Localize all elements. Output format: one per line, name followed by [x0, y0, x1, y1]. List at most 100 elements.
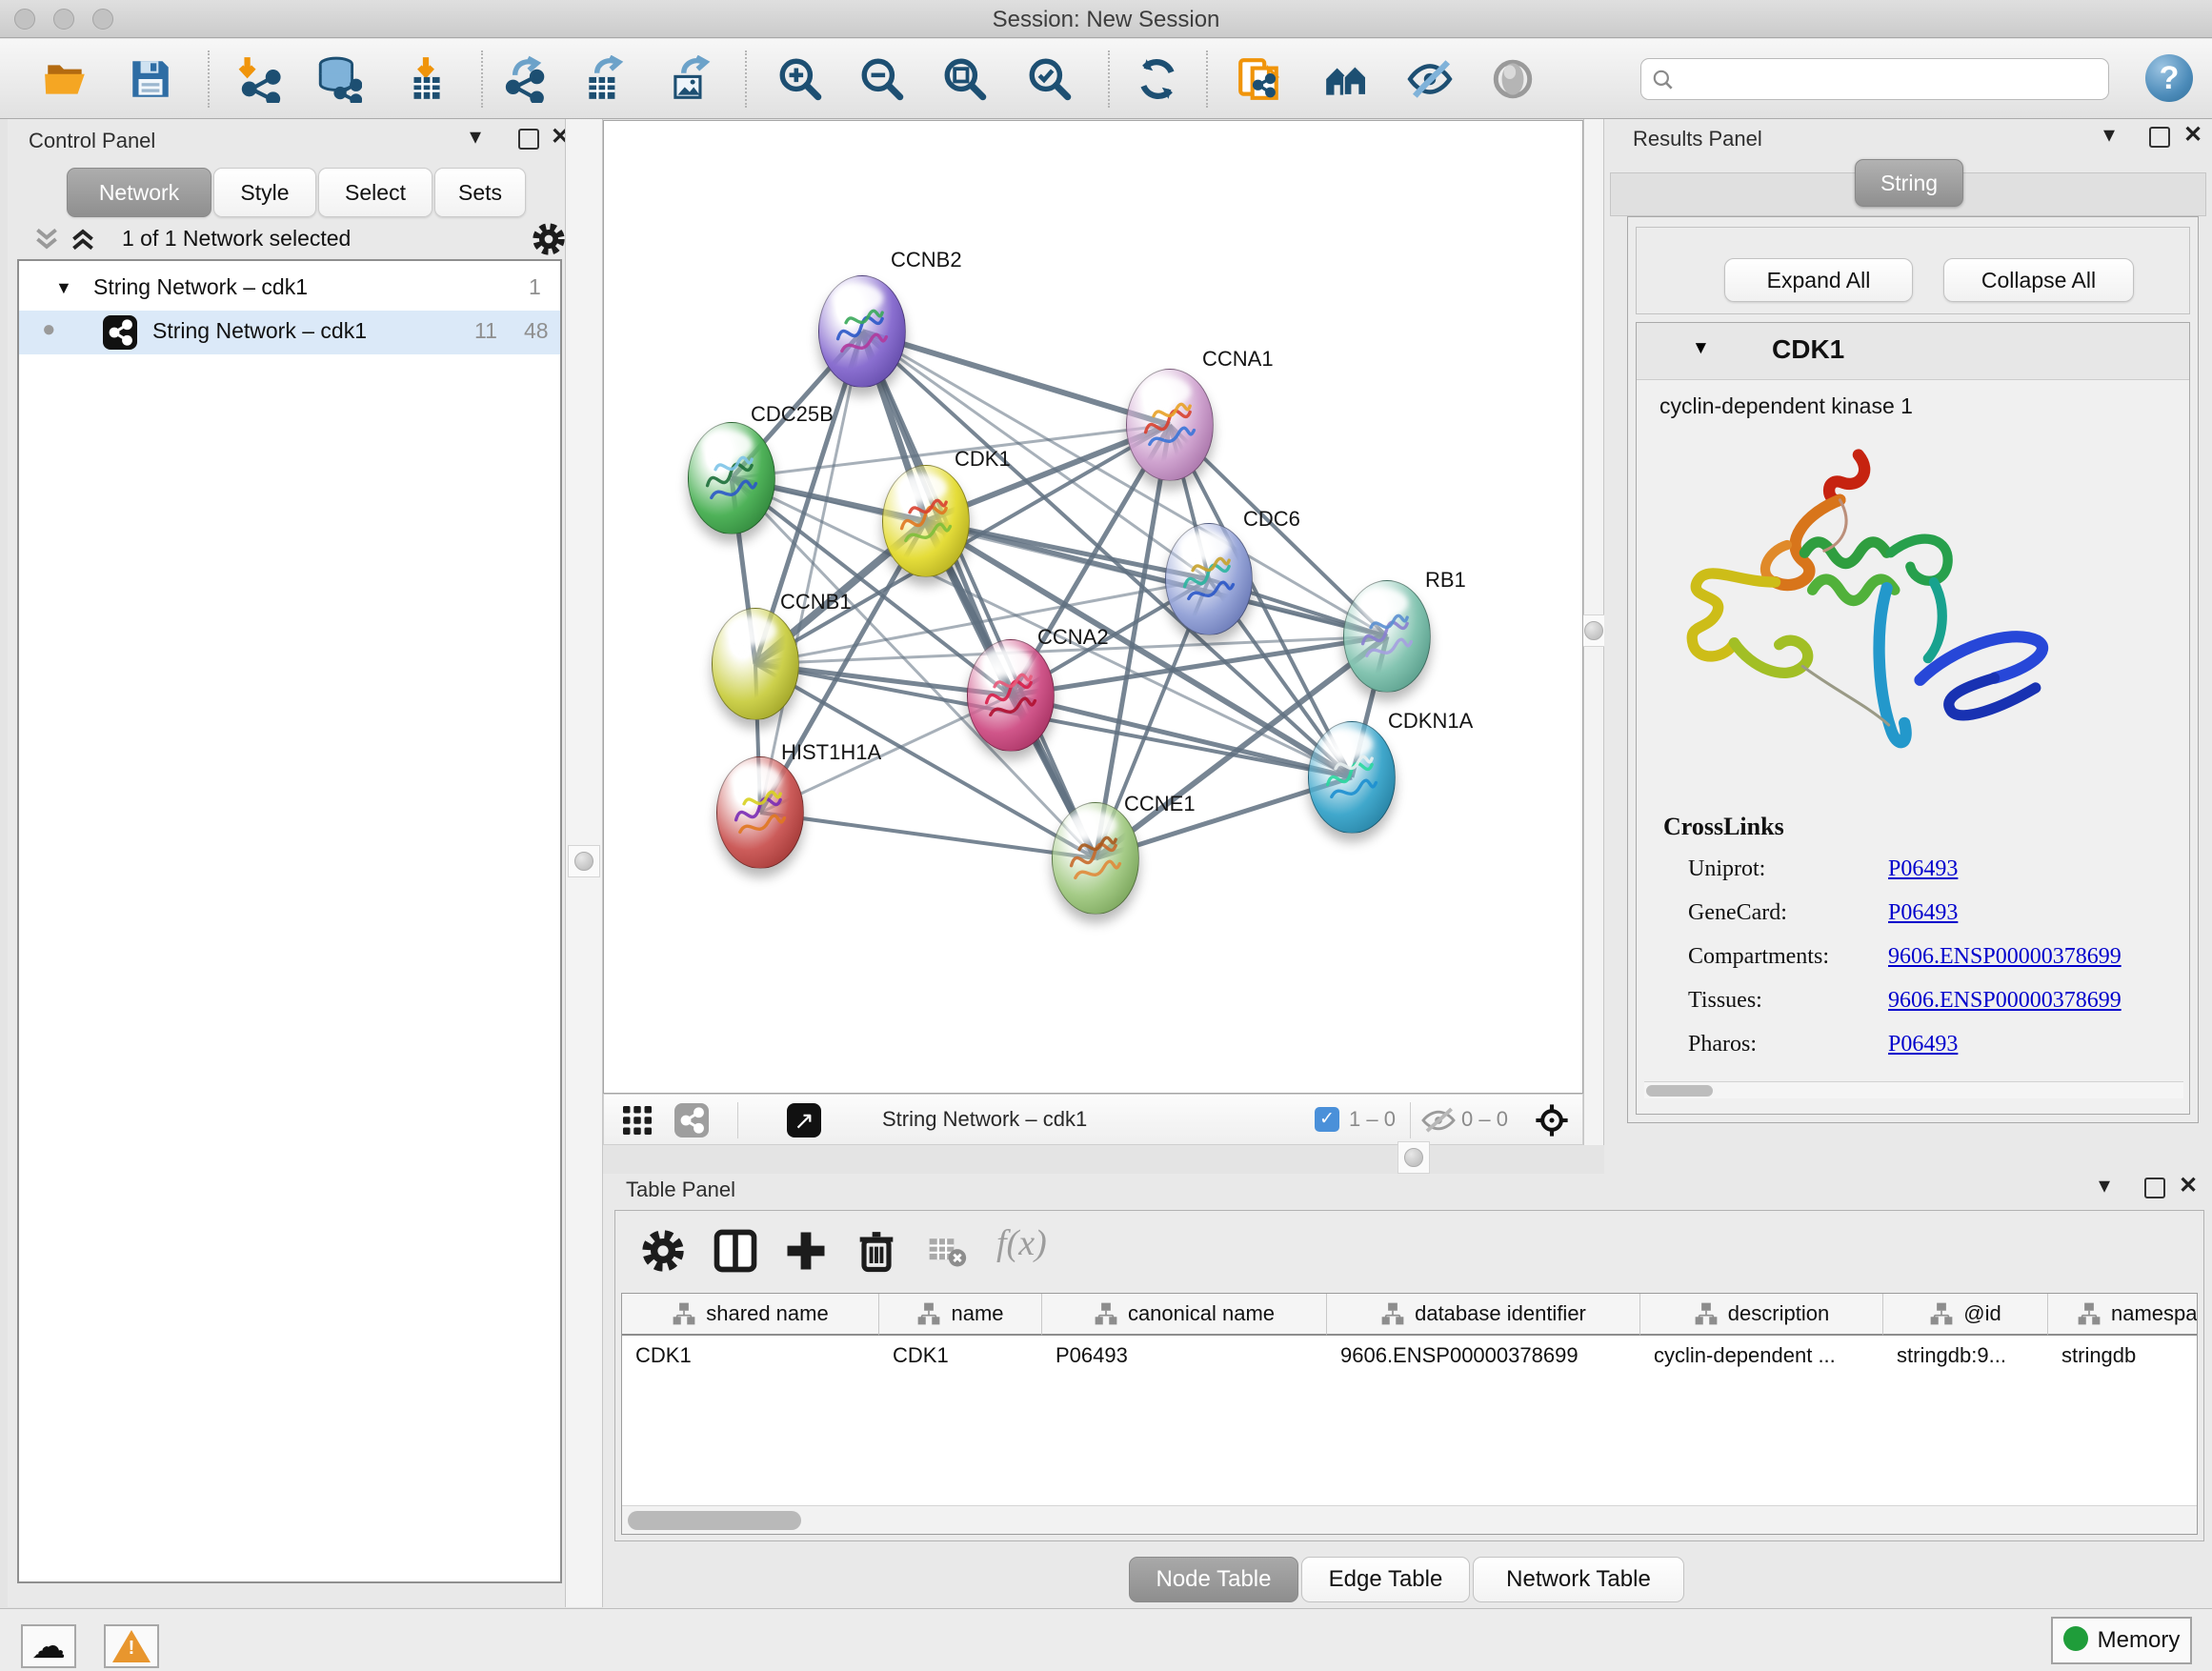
tab-network-table[interactable]: Network Table: [1473, 1557, 1684, 1602]
close-panel-icon[interactable]: ✕: [2183, 123, 2202, 148]
tab-sets[interactable]: Sets: [434, 168, 526, 217]
crosslink-pharos-link[interactable]: P06493: [1888, 1032, 1958, 1057]
expand-all-networks-icon[interactable]: [67, 224, 99, 254]
column-header[interactable]: name: [879, 1294, 1042, 1336]
birdseye-crosshair-icon[interactable]: [1534, 1102, 1570, 1138]
network-node-CDK1[interactable]: [882, 465, 970, 577]
table-horizontal-scrollbar[interactable]: [622, 1505, 2197, 1534]
cell-description[interactable]: cyclin-dependent ...: [1640, 1336, 1883, 1378]
expand-all-button[interactable]: Expand All: [1724, 258, 1913, 302]
network-collection-row[interactable]: ▼ String Network – cdk1 1: [19, 267, 560, 311]
memory-button[interactable]: Memory: [2051, 1617, 2192, 1664]
column-header[interactable]: canonical name: [1042, 1294, 1327, 1336]
network-row-selected[interactable]: ● String Network – cdk1 11 48: [19, 311, 560, 354]
cell-namespace[interactable]: stringdb: [2048, 1336, 2198, 1378]
grid-view-icon[interactable]: [619, 1103, 655, 1137]
collapse-all-networks-icon[interactable]: [30, 224, 63, 254]
hide-graphics-details-icon[interactable]: [1406, 55, 1454, 103]
tab-select[interactable]: Select: [318, 168, 432, 217]
detach-view-icon[interactable]: ↗: [787, 1103, 821, 1137]
left-splitter[interactable]: [565, 119, 603, 1607]
copy-network-icon[interactable]: [1236, 55, 1283, 103]
float-panel-icon[interactable]: ▾: [2103, 123, 2115, 148]
network-node-CCNA1[interactable]: [1126, 369, 1214, 481]
create-column-plus-icon[interactable]: [781, 1226, 831, 1276]
hidden-eye-slash-icon: [1419, 1105, 1458, 1136]
network-node-HIST1H1A[interactable]: [716, 756, 804, 869]
column-header[interactable]: database identifier: [1327, 1294, 1640, 1336]
import-network-from-database-icon[interactable]: [314, 55, 362, 103]
tab-edge-table[interactable]: Edge Table: [1301, 1557, 1470, 1602]
delete-table-icon[interactable]: [926, 1226, 968, 1276]
refresh-layout-icon[interactable]: [1134, 55, 1181, 103]
cell-id[interactable]: stringdb:9...: [1883, 1336, 2048, 1378]
help-button[interactable]: ?: [2145, 54, 2193, 102]
houses-icon[interactable]: [1322, 55, 1370, 103]
search-input[interactable]: [1681, 63, 2101, 95]
share-view-icon[interactable]: [674, 1103, 709, 1137]
column-header[interactable]: shared name: [622, 1294, 879, 1336]
tree-expanded-icon[interactable]: ▼: [55, 278, 72, 298]
warnings-button[interactable]: !: [104, 1624, 159, 1668]
network-node-CCNE1[interactable]: [1052, 802, 1139, 915]
tab-network[interactable]: Network: [67, 168, 211, 217]
open-session-icon[interactable]: [42, 55, 90, 103]
left-splitter-handle[interactable]: [568, 845, 600, 877]
network-node-CCNA2[interactable]: [967, 639, 1055, 752]
cell-canonical-name[interactable]: P06493: [1042, 1336, 1327, 1378]
table-scrollbar-thumb[interactable]: [628, 1511, 801, 1530]
column-header[interactable]: description: [1640, 1294, 1883, 1336]
column-header[interactable]: @id: [1883, 1294, 2048, 1336]
collapse-all-button[interactable]: Collapse All: [1943, 258, 2134, 302]
import-network-icon[interactable]: [233, 55, 281, 103]
network-node-CDKN1A[interactable]: [1308, 721, 1396, 834]
tab-string[interactable]: String: [1855, 159, 1963, 207]
table-row[interactable]: CDK1 CDK1 P06493 9606.ENSP00000378699 cy…: [622, 1336, 2197, 1378]
delete-column-trash-icon[interactable]: [852, 1226, 901, 1276]
entry-expanded-icon[interactable]: ▼: [1692, 338, 1710, 359]
import-table-icon[interactable]: [402, 55, 450, 103]
export-image-icon[interactable]: [666, 55, 714, 103]
cloud-button[interactable]: ☁: [21, 1624, 76, 1668]
zoom-in-icon[interactable]: [776, 55, 824, 103]
select-columns-icon[interactable]: [711, 1226, 760, 1276]
close-panel-icon[interactable]: ✕: [2179, 1174, 2198, 1198]
gene-entry-header[interactable]: ▼ CDK1: [1637, 323, 2189, 380]
network-node-CCNB2[interactable]: [818, 275, 906, 388]
zoom-selected-icon[interactable]: [1026, 55, 1074, 103]
float-panel-icon[interactable]: ▾: [470, 125, 481, 150]
table-options-gear-icon[interactable]: [638, 1226, 688, 1276]
maximize-panel-icon[interactable]: [2149, 127, 2170, 148]
cell-shared-name[interactable]: CDK1: [622, 1336, 879, 1378]
zoom-out-icon[interactable]: [858, 55, 906, 103]
float-panel-icon[interactable]: ▾: [2099, 1174, 2110, 1198]
entry-scrollbar-thumb[interactable]: [1646, 1085, 1713, 1097]
maximize-panel-icon[interactable]: [2144, 1178, 2165, 1198]
export-network-icon[interactable]: [499, 55, 547, 103]
zoom-fit-icon[interactable]: [941, 55, 989, 103]
cell-database-identifier[interactable]: 9606.ENSP00000378699: [1327, 1336, 1640, 1378]
network-node-CDC25B[interactable]: [688, 422, 775, 534]
column-header[interactable]: namespace: [2048, 1294, 2198, 1336]
cell-name[interactable]: CDK1: [879, 1336, 1042, 1378]
network-options-gear-icon[interactable]: [530, 220, 568, 258]
network-node-CCNB1[interactable]: [712, 608, 799, 720]
crosslink-uniprot-link[interactable]: P06493: [1888, 856, 1958, 882]
entry-horizontal-scrollbar[interactable]: [1644, 1081, 2183, 1098]
maximize-panel-icon[interactable]: [518, 129, 539, 150]
tab-node-table[interactable]: Node Table: [1129, 1557, 1298, 1602]
crosslink-tissues-link[interactable]: 9606.ENSP00000378699: [1888, 988, 2122, 1014]
tab-style[interactable]: Style: [213, 168, 316, 217]
network-canvas[interactable]: CCNB2CCNA1CDC25BCDK1CDC6RB1CCNB1CCNA2CDK…: [603, 120, 1583, 1094]
crosslink-compartments-link[interactable]: 9606.ENSP00000378699: [1888, 944, 2122, 970]
horizontal-splitter-handle[interactable]: [1398, 1141, 1430, 1174]
crosslink-genecard-link[interactable]: P06493: [1888, 900, 1958, 926]
table-header-row: shared name name canonical name database…: [622, 1294, 2197, 1336]
selected-checkbox-icon[interactable]: ✓: [1315, 1107, 1339, 1132]
network-node-RB1[interactable]: [1343, 580, 1431, 693]
export-table-icon[interactable]: [581, 55, 629, 103]
show-graphics-details-icon[interactable]: [1489, 55, 1537, 103]
function-builder-icon[interactable]: f(x): [996, 1222, 1047, 1264]
network-node-CDC6[interactable]: [1165, 523, 1253, 635]
save-session-icon[interactable]: [127, 55, 174, 103]
